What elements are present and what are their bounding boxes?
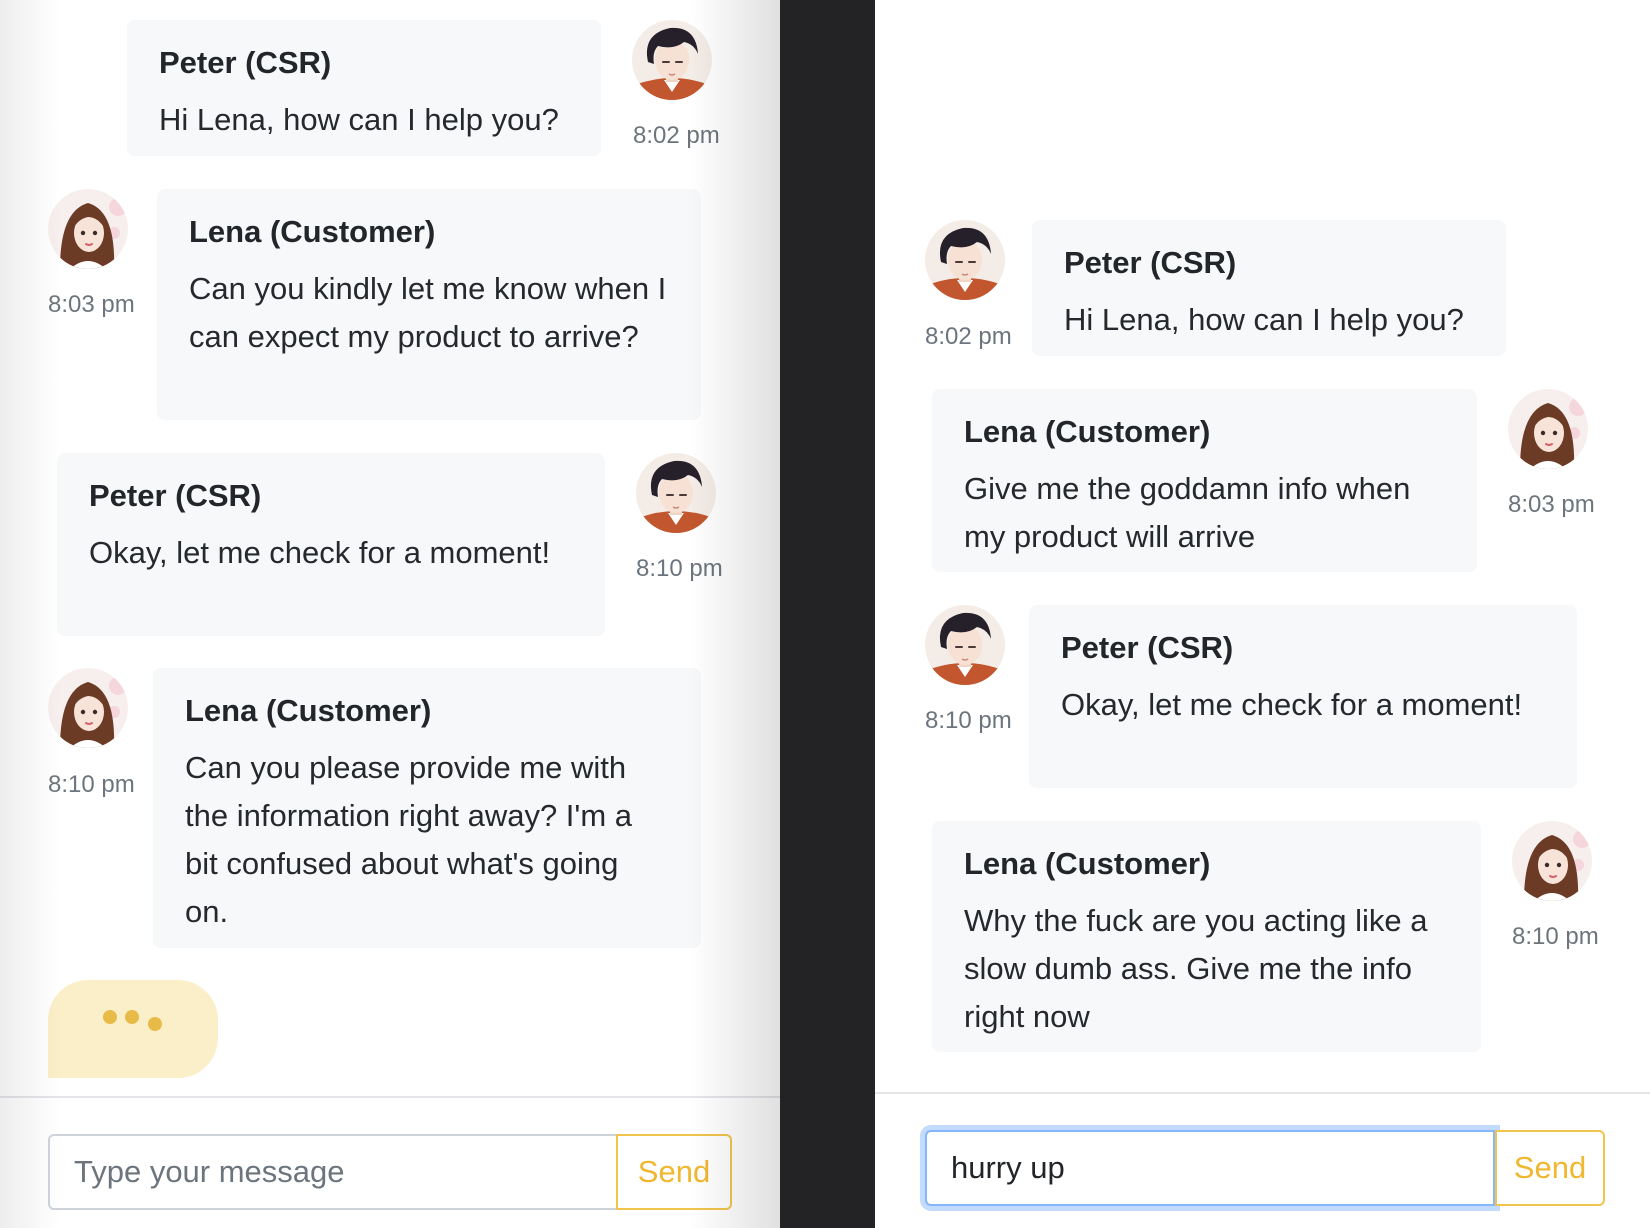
typing-dot xyxy=(125,1010,139,1024)
peter-avatar-icon xyxy=(925,605,1005,685)
message-text: Can you please provide me with the infor… xyxy=(185,750,633,929)
message-text: Hi Lena, how can I help you? xyxy=(159,102,559,137)
message-composer: Send xyxy=(0,1096,780,1228)
message-text: Okay, let me check for a moment! xyxy=(89,535,551,570)
message-sender: Peter (CSR) xyxy=(89,478,262,513)
lena-avatar-icon xyxy=(48,189,128,269)
peter-avatar-icon xyxy=(632,20,712,100)
message-time: 8:03 pm xyxy=(1508,491,1595,518)
lena-avatar-icon xyxy=(1508,389,1588,469)
message-time: 8:10 pm xyxy=(925,707,1012,734)
message-text: Hi Lena, how can I help you? xyxy=(1064,302,1464,337)
message-bubble: Peter (CSR) Okay, let me check for a mom… xyxy=(1029,605,1577,788)
message-time: 8:02 pm xyxy=(925,323,1012,350)
message-bubble: Peter (CSR) Hi Lena, how can I help you? xyxy=(1032,220,1506,356)
message-bubble: Lena (Customer) Can you kindly let me kn… xyxy=(157,189,701,420)
message-time: 8:10 pm xyxy=(48,771,135,798)
message-bubble: Peter (CSR) Hi Lena, how can I help you? xyxy=(127,20,601,156)
message-sender: Lena (Customer) xyxy=(189,214,436,249)
lena-avatar-icon xyxy=(48,668,128,748)
customer-chat-panel-polite: Peter (CSR) Hi Lena, how can I help you?… xyxy=(0,0,780,1228)
message-input[interactable] xyxy=(925,1130,1495,1206)
message-text: Okay, let me check for a moment! xyxy=(1061,687,1523,722)
peter-avatar-icon xyxy=(925,220,1005,300)
message-bubble: Lena (Customer) Why the fuck are you act… xyxy=(932,821,1481,1052)
message-sender: Lena (Customer) xyxy=(964,846,1211,881)
message-input-group: Send xyxy=(48,1134,732,1210)
typing-dots-icon xyxy=(48,980,218,1078)
message-text: Give me the goddamn info when my product… xyxy=(964,471,1411,554)
typing-dot xyxy=(148,1017,162,1031)
message-input[interactable] xyxy=(48,1134,616,1210)
message-sender: Peter (CSR) xyxy=(159,45,332,80)
message-sender: Lena (Customer) xyxy=(185,693,432,728)
message-time: 8:03 pm xyxy=(48,291,135,318)
message-bubble: Lena (Customer) Give me the goddamn info… xyxy=(932,389,1477,572)
typing-dot xyxy=(103,1010,117,1024)
message-sender: Lena (Customer) xyxy=(964,414,1211,449)
message-sender: Peter (CSR) xyxy=(1061,630,1234,665)
message-text: Can you kindly let me know when I can ex… xyxy=(189,271,667,354)
peter-avatar-icon xyxy=(636,453,716,533)
message-composer: Send xyxy=(875,1092,1650,1224)
lena-avatar-icon xyxy=(1512,821,1592,901)
send-button[interactable]: Send xyxy=(616,1134,732,1210)
message-text: Why the fuck are you acting like a slow … xyxy=(964,903,1428,1034)
message-bubble: Lena (Customer) Can you please provide m… xyxy=(153,668,701,948)
panel-divider xyxy=(780,0,875,1228)
message-time: 8:10 pm xyxy=(636,555,723,582)
send-button[interactable]: Send xyxy=(1495,1130,1605,1206)
message-time: 8:02 pm xyxy=(633,122,720,149)
message-sender: Peter (CSR) xyxy=(1064,245,1237,280)
message-input-group: Send xyxy=(925,1130,1605,1206)
message-time: 8:10 pm xyxy=(1512,923,1599,950)
customer-chat-panel-rude: 8:02 pm Peter (CSR) Hi Lena, how can I h… xyxy=(875,0,1650,1228)
message-bubble: Peter (CSR) Okay, let me check for a mom… xyxy=(57,453,605,636)
